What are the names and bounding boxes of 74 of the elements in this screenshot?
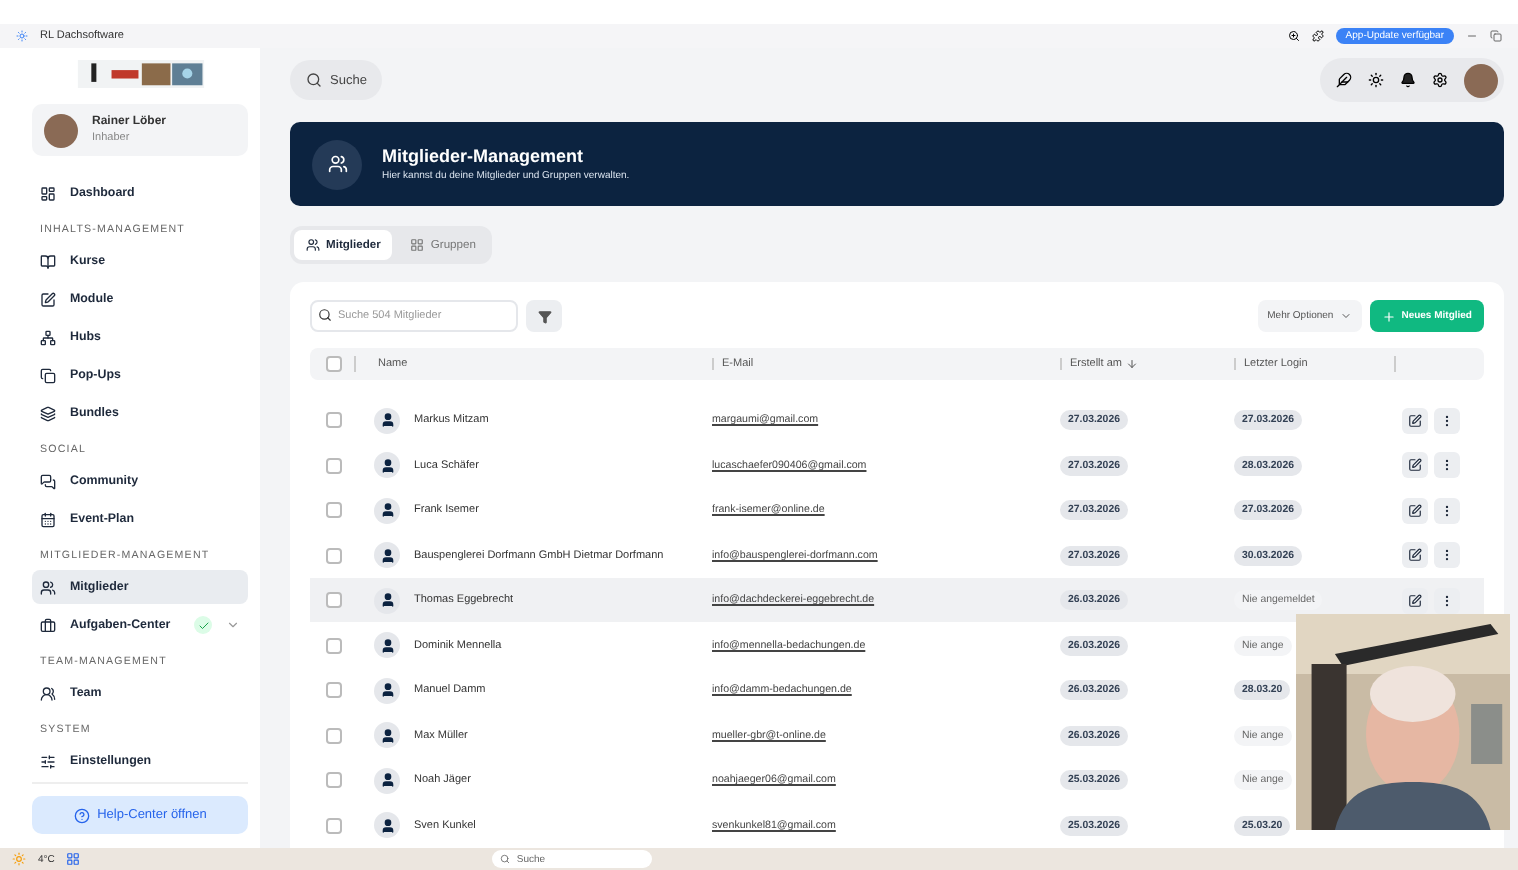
- restore-icon[interactable]: [1490, 30, 1502, 42]
- row-checkbox[interactable]: [326, 457, 342, 474]
- weather-icon: [12, 852, 26, 866]
- user-avatar-icon: [374, 632, 400, 659]
- user-avatar-icon: [374, 587, 400, 614]
- pencil-icon: [1408, 458, 1422, 473]
- user-avatar-icon: [374, 812, 400, 839]
- dots-icon: [1440, 593, 1454, 608]
- nav-icon: [40, 253, 56, 269]
- user-avatar-icon: [374, 407, 400, 434]
- row-checkbox[interactable]: [326, 727, 342, 744]
- sort-arrow-icon: [1125, 357, 1138, 370]
- dots-icon: [1440, 503, 1454, 518]
- edit-button[interactable]: [1402, 497, 1428, 524]
- bell-icon[interactable]: [1400, 72, 1416, 88]
- row-checkbox[interactable]: [326, 547, 342, 564]
- nav-icon: [40, 185, 56, 201]
- user-avatar: [44, 113, 78, 148]
- filter-icon: [537, 309, 551, 323]
- app-logo-icon: [16, 30, 28, 42]
- nav-icon: [40, 473, 56, 489]
- grid-icon: [410, 238, 425, 252]
- banner-title: Mitglieder-Management: [382, 146, 586, 166]
- nav-icon: [40, 291, 56, 307]
- help-icon: [73, 807, 90, 823]
- search-icon: [306, 72, 322, 88]
- extension-icon[interactable]: [1311, 30, 1324, 42]
- pencil-icon: [1408, 548, 1422, 563]
- dots-icon: [1440, 458, 1454, 473]
- row-checkbox[interactable]: [326, 637, 342, 654]
- nav-icon: [40, 405, 56, 421]
- nav-icon: [40, 329, 56, 345]
- edit-button[interactable]: [1402, 452, 1428, 479]
- search-icon: [500, 854, 511, 864]
- nav-icon: [40, 753, 56, 769]
- edit-button[interactable]: [1402, 587, 1428, 614]
- filter-button[interactable]: [526, 300, 562, 332]
- row-checkbox[interactable]: [326, 592, 342, 609]
- plus-icon: [1381, 309, 1396, 323]
- settings-icon[interactable]: [1432, 72, 1448, 88]
- nav-icon: [40, 579, 56, 595]
- row-checkbox[interactable]: [326, 817, 342, 834]
- minimize-icon[interactable]: [1466, 30, 1478, 42]
- nav-icon: [40, 511, 56, 527]
- dots-icon: [1440, 548, 1454, 563]
- user-avatar-icon: [374, 722, 400, 749]
- search-icon: [318, 308, 332, 322]
- pencil-icon: [1408, 413, 1422, 428]
- profile-avatar[interactable]: [1464, 63, 1498, 97]
- row-checkbox[interactable]: [326, 772, 342, 789]
- start-icon[interactable]: [66, 852, 81, 866]
- chevron-icon[interactable]: [226, 618, 240, 632]
- edit-button[interactable]: [1402, 407, 1428, 434]
- nav-icon: [40, 367, 56, 383]
- select-all-checkbox[interactable]: [326, 355, 342, 372]
- row-checkbox[interactable]: [326, 682, 342, 699]
- nav-icon: [40, 617, 56, 633]
- feather-icon[interactable]: [1336, 72, 1352, 88]
- zoom-icon[interactable]: [1287, 30, 1300, 42]
- row-checkbox[interactable]: [326, 412, 342, 429]
- nav-icon: [40, 685, 56, 701]
- pencil-icon: [1408, 593, 1422, 608]
- sun-icon[interactable]: [1368, 72, 1384, 88]
- user-avatar-icon: [374, 542, 400, 569]
- row-checkbox[interactable]: [326, 502, 342, 519]
- dots-icon: [1440, 413, 1454, 428]
- pencil-icon: [1408, 503, 1422, 518]
- user-avatar-icon: [374, 452, 400, 479]
- users-icon: [306, 238, 320, 252]
- edit-button[interactable]: [1402, 542, 1428, 569]
- user-avatar-icon: [374, 677, 400, 704]
- user-avatar-icon: [374, 497, 400, 524]
- user-avatar-icon: [374, 767, 400, 794]
- chevron-icon: [1339, 310, 1352, 322]
